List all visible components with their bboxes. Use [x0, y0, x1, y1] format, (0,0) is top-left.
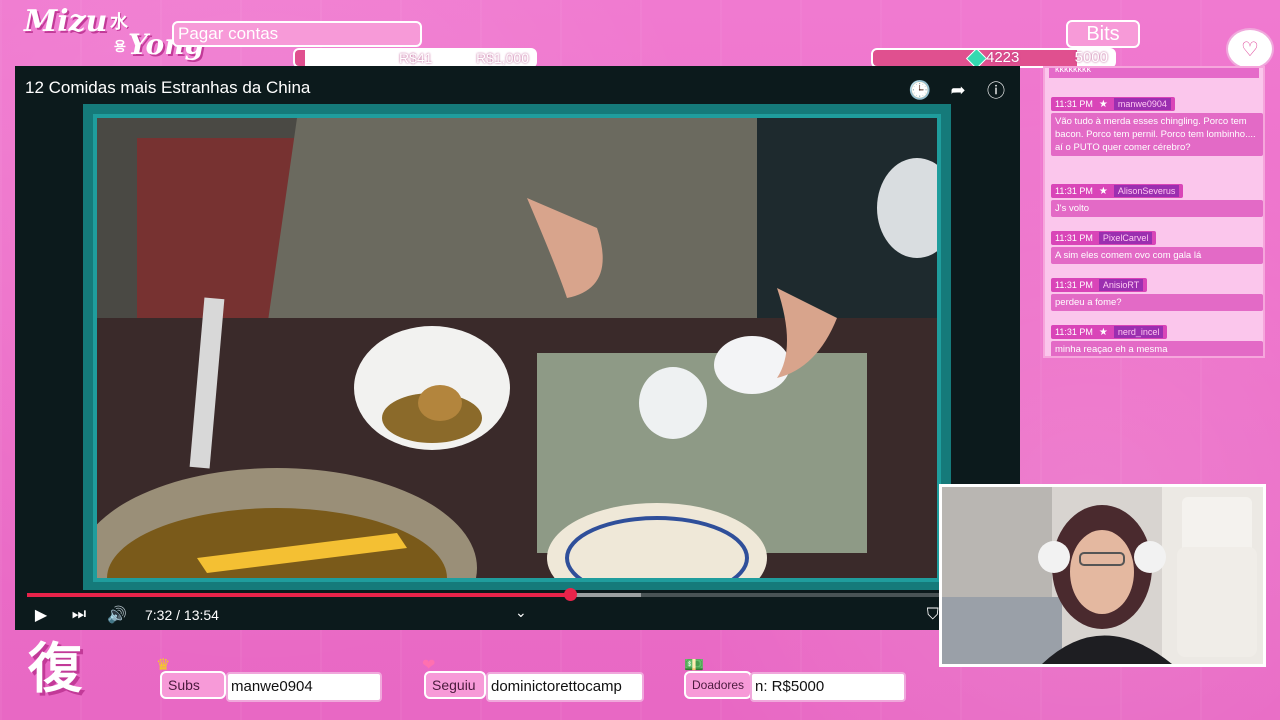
bits-title: Bits	[1066, 20, 1140, 48]
chat-username[interactable]: AlisonSeverus	[1113, 185, 1180, 197]
volume-icon[interactable]: 🔊	[103, 602, 131, 628]
subs-label: Subs	[160, 671, 226, 699]
webcam-illustration	[942, 487, 1263, 664]
logo-hangul: 용	[114, 40, 126, 55]
progress-scrubber[interactable]	[564, 588, 577, 601]
bits-current: 4223	[986, 49, 1020, 66]
chat-meta: 11:31 PM AnisioRT	[1051, 278, 1148, 292]
chat-username[interactable]: PixelCarvel	[1098, 232, 1153, 244]
progress-played	[27, 593, 568, 597]
chat-time: 11:31 PM	[1055, 280, 1093, 290]
play-icon[interactable]: ▶	[27, 602, 55, 628]
chat-message: 11:31 PM PixelCarvel A sim eles comem ov…	[1051, 228, 1263, 264]
chat-text: Vão tudo à merda esses chingling. Porco …	[1051, 113, 1263, 156]
chevron-down-icon[interactable]: ⌄	[515, 604, 527, 621]
video-controls: ▶ ⏭ 🔊 7:32 / 13:54 ⌄ ⛉ ▭	[27, 602, 1008, 628]
chat-meta: 11:31 PM ★ manwe0904	[1051, 97, 1175, 111]
video-title: 12 Comidas mais Estranhas da China	[25, 78, 311, 97]
donors-label: Doadores	[684, 671, 752, 699]
video-content[interactable]	[93, 114, 941, 582]
chat-time: 11:31 PM	[1055, 327, 1093, 337]
chat-message: 11:31 PM AnisioRT perdeu a fome?	[1051, 275, 1263, 311]
logo-text-mizu: Mizu	[24, 4, 108, 39]
latest-donor: 💵 Doadores n: R$5000	[684, 657, 906, 702]
video-time: 7:32 / 13:54	[145, 607, 219, 623]
chat-text: J's volto	[1051, 200, 1263, 217]
chat-message: 11:31 PM ★ AlisonSeverus J's volto	[1051, 181, 1263, 217]
goal-progress-bar: R$41 R$1,000	[293, 48, 537, 68]
chat-meta: 11:31 PM ★ nerd_incel	[1051, 325, 1168, 339]
video-progress-bar[interactable]	[27, 588, 944, 601]
logo-kanji: 水	[110, 12, 128, 33]
chat-text: perdeu a fome?	[1051, 294, 1263, 311]
bits-progress-bar: 4223 5000	[871, 48, 1116, 68]
chat-time: 11:31 PM	[1055, 233, 1093, 243]
follow-label: Seguiu	[424, 671, 486, 699]
star-icon: ★	[1098, 185, 1108, 197]
follow-value: dominictorettocamp	[486, 672, 644, 702]
bits-target: 5000	[1074, 49, 1108, 66]
chat-message: 11:31 PM ★ manwe0904 Vão tudo à merda es…	[1051, 94, 1263, 156]
channel-logo: Mizu 水 용 Yong	[24, 4, 204, 64]
share-icon[interactable]: ➦	[946, 78, 970, 102]
goal-current: R$41	[399, 50, 433, 66]
chat-username[interactable]: AnisioRT	[1098, 279, 1144, 291]
goal-target: R$1,000	[476, 50, 529, 66]
chat-meta: 11:31 PM ★ AlisonSeverus	[1051, 184, 1184, 198]
video-scene-illustration	[97, 118, 937, 578]
latest-sub: ♛ Subs manwe0904	[156, 657, 382, 702]
donors-value: n: R$5000	[750, 672, 906, 702]
shield-icon[interactable]: ⛉	[927, 606, 939, 624]
subs-value: manwe0904	[226, 672, 382, 702]
webcam-feed	[939, 484, 1266, 667]
chat-time: 11:31 PM	[1055, 99, 1093, 109]
chat-previous-fragment: kkkkkkkk	[1049, 68, 1259, 78]
next-icon[interactable]: ⏭	[65, 602, 93, 628]
video-player[interactable]: 12 Comidas mais Estranhas da China 🕒 ➦ ⓘ…	[15, 66, 1020, 630]
chat-text: minha reaçao eh a mesma	[1051, 341, 1263, 356]
chat-username[interactable]: manwe0904	[1113, 98, 1171, 110]
goal-title: Pagar contas	[172, 21, 422, 47]
star-icon: ★	[1098, 98, 1108, 110]
info-icon[interactable]: ⓘ	[984, 78, 1008, 102]
chat-meta: 11:31 PM PixelCarvel	[1051, 231, 1157, 245]
heart-chat-icon: ♡	[1228, 30, 1272, 68]
chat-time: 11:31 PM	[1055, 186, 1093, 196]
chat-panel[interactable]: kkkkkkkk 11:31 PM ★ manwe0904 Vão tudo à…	[1043, 66, 1265, 358]
chat-message: 11:31 PM ★ nerd_incel minha reaçao eh a …	[1051, 322, 1263, 356]
star-icon: ★	[1098, 326, 1108, 338]
chat-username[interactable]: nerd_incel	[1113, 326, 1164, 338]
watch-later-icon[interactable]: 🕒	[908, 78, 932, 102]
video-top-actions: 🕒 ➦ ⓘ	[908, 78, 1008, 102]
bottom-kanji-logo: 復	[28, 637, 82, 700]
chat-text: A sim eles comem ovo com gala lá	[1051, 247, 1263, 264]
goal-progress-fill	[295, 50, 305, 66]
latest-follow: ❤ Seguiu dominictorettocamp	[422, 657, 644, 702]
